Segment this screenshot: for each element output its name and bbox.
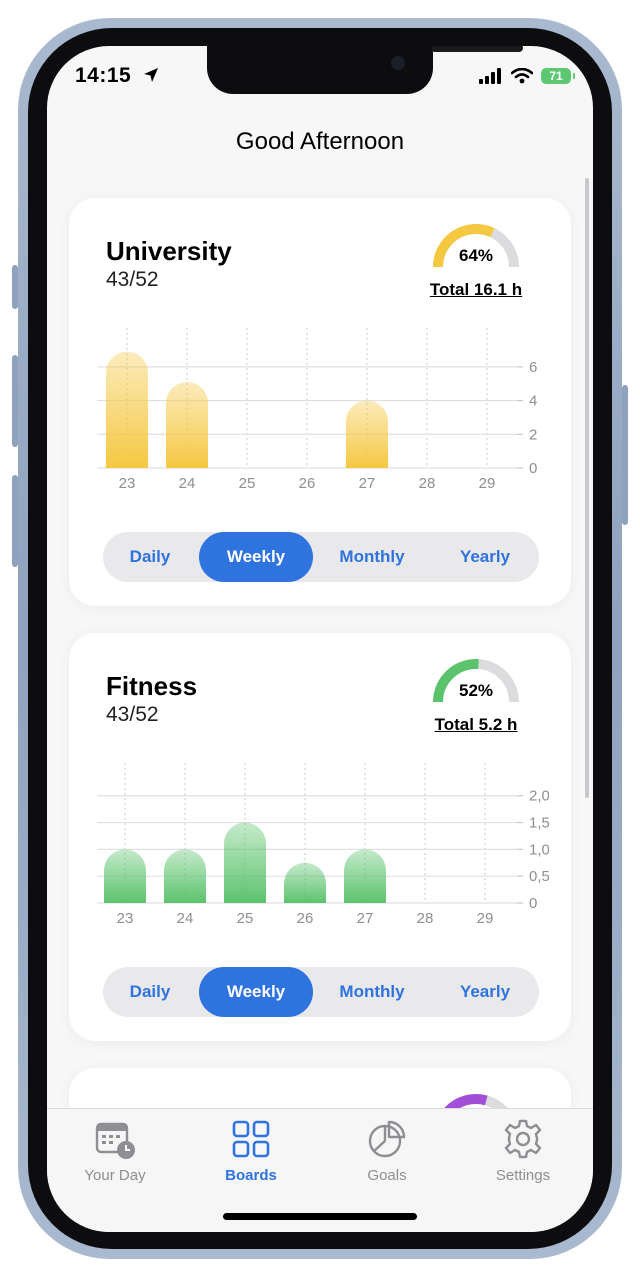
notch bbox=[207, 46, 523, 94]
scrollbar[interactable] bbox=[585, 178, 589, 798]
chart-bar bbox=[166, 382, 208, 468]
chart-bar bbox=[104, 849, 146, 903]
segment-monthly[interactable]: Monthly bbox=[315, 532, 429, 582]
speaker bbox=[431, 46, 523, 52]
y-tick-label: 4 bbox=[529, 393, 537, 410]
segment-yearly[interactable]: Yearly bbox=[431, 532, 539, 582]
y-tick-label: 1,5 bbox=[529, 815, 549, 832]
y-tick-label: 1,0 bbox=[529, 841, 549, 858]
segment-daily[interactable]: Daily bbox=[103, 967, 197, 1017]
card-count: 43/52 bbox=[106, 268, 159, 291]
x-tick-label: 26 bbox=[299, 475, 316, 492]
power-button bbox=[622, 385, 628, 525]
x-tick-label: 27 bbox=[357, 910, 374, 927]
status-time: 14:15 bbox=[75, 64, 160, 88]
y-tick-label: 0 bbox=[529, 460, 537, 477]
tab-boards[interactable]: Boards bbox=[183, 1117, 319, 1184]
y-tick-label: 2 bbox=[529, 426, 537, 443]
y-tick-label: 6 bbox=[529, 359, 537, 376]
wifi-icon bbox=[511, 68, 533, 84]
period-segmented-control: Daily Weekly Monthly Yearly bbox=[103, 967, 539, 1017]
tab-settings[interactable]: Settings bbox=[455, 1117, 591, 1184]
x-tick-label: 25 bbox=[239, 475, 256, 492]
y-tick-label: 0 bbox=[529, 895, 537, 912]
chart-bar bbox=[344, 849, 386, 903]
x-tick-label: 23 bbox=[119, 475, 136, 492]
period-segmented-control: Daily Weekly Monthly Yearly bbox=[103, 532, 539, 582]
segment-weekly[interactable]: Weekly bbox=[199, 967, 313, 1017]
progress-percent: 64% bbox=[458, 246, 494, 265]
tab-label: Boards bbox=[225, 1167, 277, 1184]
x-tick-label: 24 bbox=[177, 910, 194, 927]
battery-indicator: 71 bbox=[541, 68, 575, 84]
status-time-text: 14:15 bbox=[75, 64, 132, 87]
x-tick-label: 26 bbox=[297, 910, 314, 927]
board-card-fitness[interactable]: Fitness 43/52 52% Total 5.2 h 0 0,5 1,0 1,5… bbox=[69, 633, 571, 1041]
status-indicators: 71 bbox=[479, 68, 575, 84]
card-title: University bbox=[106, 236, 232, 266]
total-hours-link[interactable]: Total 5.2 h bbox=[411, 715, 541, 735]
chart-bar bbox=[346, 400, 388, 468]
segment-monthly[interactable]: Monthly bbox=[315, 967, 429, 1017]
tab-label: Goals bbox=[367, 1167, 407, 1184]
x-tick-label: 25 bbox=[237, 910, 254, 927]
x-tick-label: 28 bbox=[419, 475, 436, 492]
board-card-university[interactable]: University 43/52 64% Total 16.1 h 0 2 4 6 23… bbox=[69, 198, 571, 606]
segment-yearly[interactable]: Yearly bbox=[431, 967, 539, 1017]
tab-label: Your Day bbox=[84, 1167, 146, 1184]
tab-your-day[interactable]: Your Day bbox=[47, 1117, 183, 1184]
volume-down-button bbox=[12, 475, 18, 567]
segment-daily[interactable]: Daily bbox=[103, 532, 197, 582]
chart-bar bbox=[224, 822, 266, 903]
y-tick-label: 0,5 bbox=[529, 868, 549, 885]
segment-weekly[interactable]: Weekly bbox=[199, 532, 313, 582]
card-title: Fitness bbox=[106, 671, 198, 701]
bar-chart: 0 0,5 1,0 1,5 2,0 23 24 25 26 27 28 29 bbox=[97, 763, 549, 927]
front-camera bbox=[391, 56, 405, 70]
screen: 14:15 71 Good Afternoon University 43/52 bbox=[47, 46, 593, 1232]
y-tick-label: 2,0 bbox=[529, 788, 549, 805]
tab-label: Settings bbox=[495, 1167, 551, 1184]
x-tick-label: 23 bbox=[117, 910, 134, 927]
tab-bar: Your Day Boards Goals Settings bbox=[47, 1108, 593, 1232]
pie-chart-icon bbox=[368, 1120, 406, 1158]
cellular-signal-icon bbox=[479, 68, 501, 84]
battery-level: 71 bbox=[549, 69, 563, 83]
volume-up-button bbox=[12, 355, 18, 447]
mute-switch bbox=[12, 265, 18, 309]
location-arrow-icon bbox=[143, 68, 158, 82]
card-count: 43/52 bbox=[106, 703, 159, 726]
x-tick-label: 29 bbox=[477, 910, 494, 927]
bar-chart: 024623 24 25 26 27 28 29 bbox=[97, 328, 537, 492]
calendar-clock-icon bbox=[95, 1122, 135, 1159]
chart-bar bbox=[106, 351, 148, 468]
x-tick-label: 24 bbox=[179, 475, 196, 492]
tab-goals[interactable]: Goals bbox=[319, 1117, 455, 1184]
page-title: Good Afternoon bbox=[235, 128, 405, 155]
progress-percent: 52% bbox=[458, 681, 494, 700]
x-tick-label: 28 bbox=[417, 910, 434, 927]
x-tick-label: 27 bbox=[359, 475, 376, 492]
grid-icon bbox=[232, 1120, 270, 1158]
x-tick-label: 29 bbox=[479, 475, 496, 492]
chart-bar bbox=[164, 849, 206, 903]
home-indicator bbox=[223, 1213, 417, 1220]
gear-icon bbox=[504, 1119, 542, 1159]
chart-bar bbox=[284, 862, 326, 903]
total-hours-link[interactable]: Total 16.1 h bbox=[411, 280, 541, 300]
